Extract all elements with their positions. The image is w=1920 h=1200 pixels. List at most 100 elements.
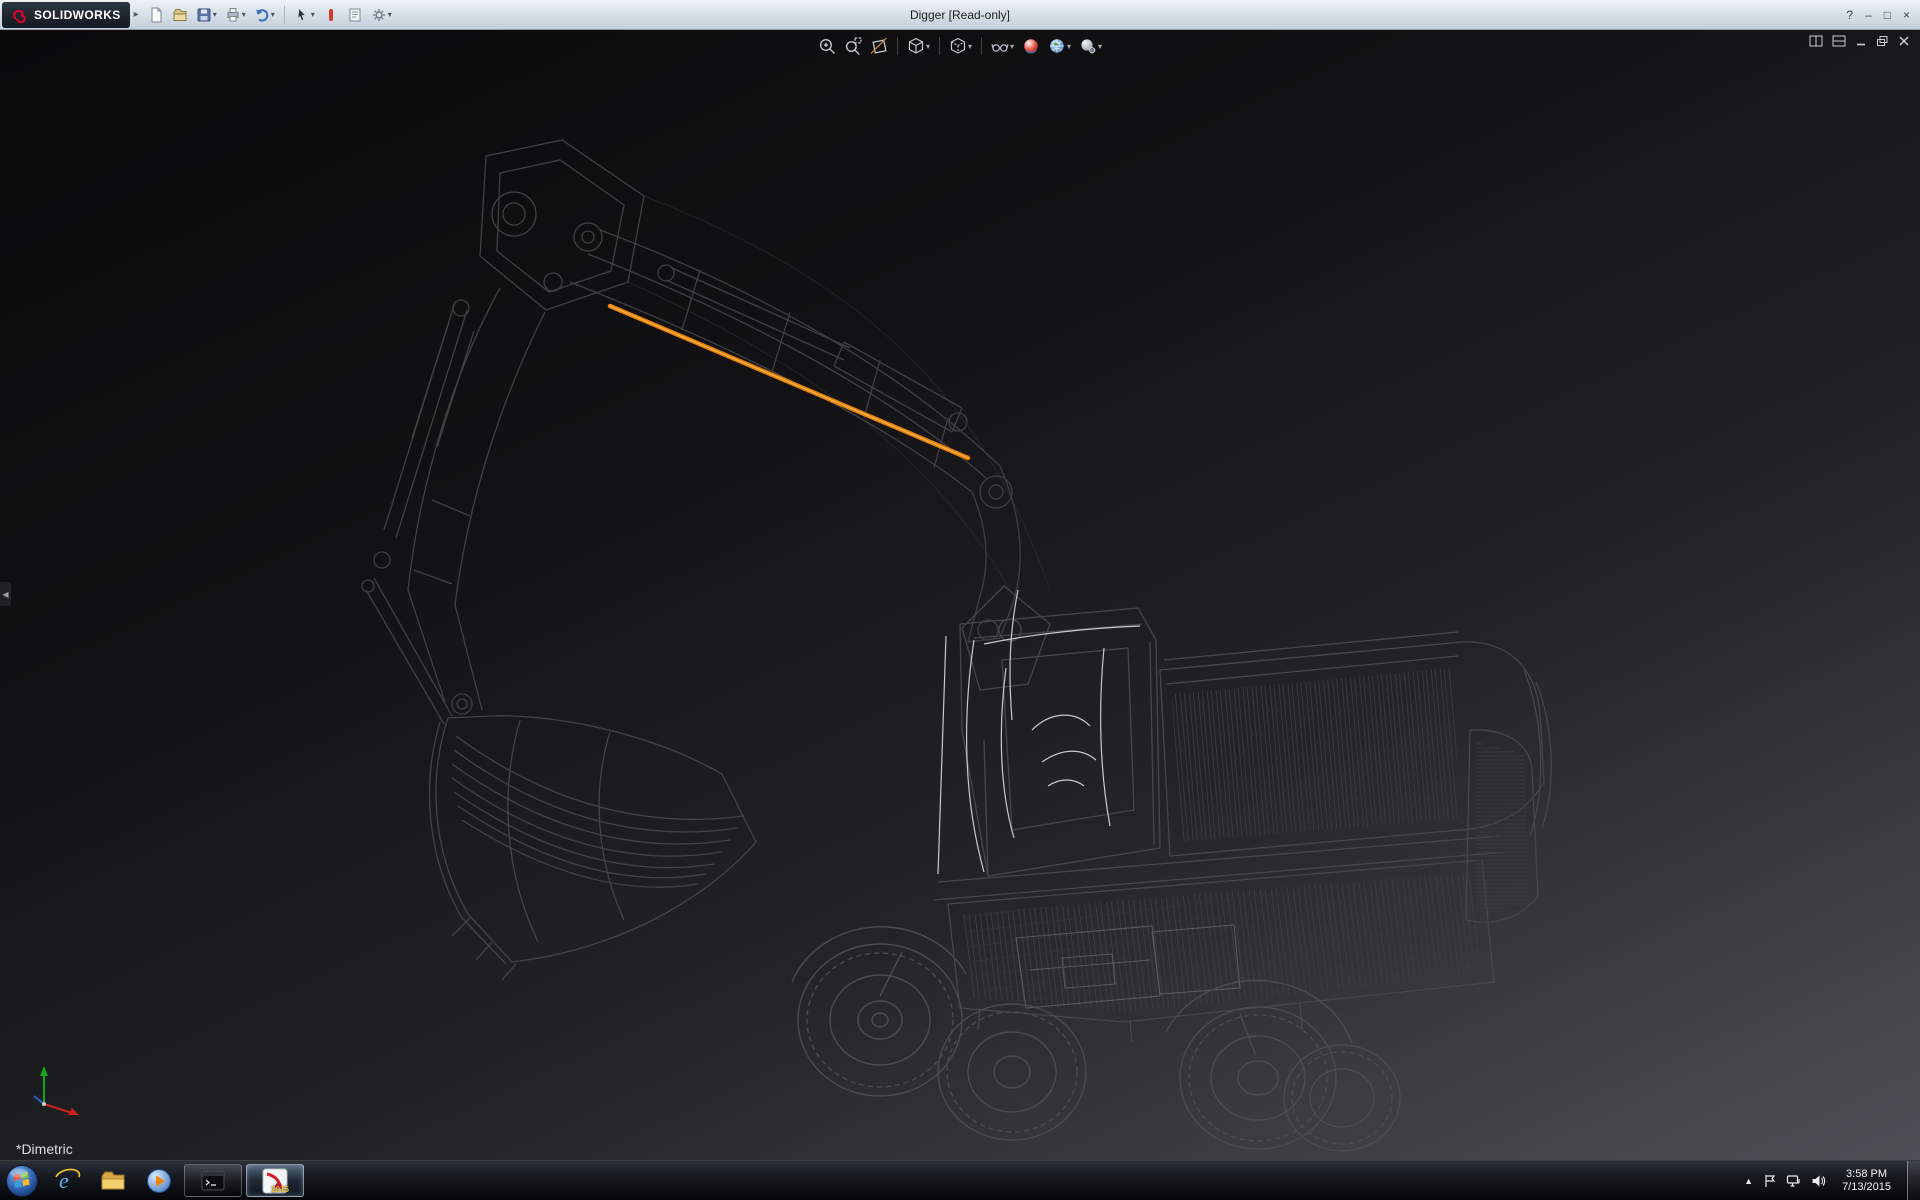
document-restore-button[interactable] — [1876, 35, 1889, 47]
hide-show-caret[interactable]: ▾ — [1010, 42, 1014, 51]
apply-scene-caret[interactable]: ▾ — [1067, 42, 1071, 51]
show-desktop-button[interactable] — [1907, 1161, 1920, 1200]
view-orientation-label: *Dimetric — [16, 1141, 73, 1157]
digger-wireframe-model[interactable] — [0, 30, 1920, 1160]
taskbar: e — [0, 1160, 1920, 1200]
zoom-to-fit-button[interactable] — [815, 35, 839, 57]
view-orientation-cube-icon — [907, 37, 925, 55]
options-gear-icon — [371, 7, 387, 23]
save-button[interactable]: ▾ — [193, 3, 220, 27]
panel-collapse-arrow[interactable]: ◀ — [0, 582, 11, 606]
maximize-button[interactable]: □ — [1884, 8, 1891, 22]
section-view-icon — [870, 37, 888, 55]
view-orientation-button[interactable]: ▾ — [904, 35, 933, 57]
media-player-icon — [145, 1167, 173, 1195]
display-style-button[interactable]: ▾ — [946, 35, 975, 57]
display-style-cube-icon — [949, 37, 967, 55]
solidworks-version-badge: 2015 — [271, 1185, 289, 1194]
window-title: Digger [Read-only] — [910, 8, 1010, 22]
hide-show-items-button[interactable]: ▾ — [988, 35, 1017, 57]
options-dropdown-caret[interactable]: ▾ — [388, 10, 392, 19]
document-minimize-button[interactable] — [1855, 35, 1867, 47]
toolbar-separator — [284, 6, 285, 24]
upper-body[interactable] — [934, 586, 1551, 1042]
clock-date: 7/13/2015 — [1842, 1181, 1891, 1194]
heads-up-view-toolbar: ▾ ▾ ▾ — [815, 35, 1105, 57]
edit-appearance-button[interactable] — [1019, 35, 1043, 57]
solidworks-logo-mark — [11, 6, 29, 24]
bucket[interactable] — [430, 716, 756, 980]
headsup-separator — [981, 37, 982, 55]
new-document-button[interactable] — [145, 3, 167, 27]
quick-tool-icon — [323, 7, 339, 23]
taskbar-solidworks-2015[interactable]: 2015 — [246, 1164, 304, 1197]
titlebar: SOLIDWORKS ▸ ▾ — [0, 0, 1920, 30]
section-view-button[interactable] — [867, 35, 891, 57]
internet-explorer-icon: e — [53, 1167, 81, 1195]
select-button[interactable]: ▾ — [291, 3, 318, 27]
taskbar-command-prompt[interactable] — [184, 1164, 242, 1197]
split-vertical-button[interactable] — [1832, 35, 1846, 47]
show-hidden-icons-button[interactable]: ▲ — [1744, 1176, 1753, 1186]
minimize-button[interactable]: – — [1865, 8, 1872, 22]
zoom-to-area-button[interactable] — [841, 35, 865, 57]
options-button[interactable]: ▾ — [368, 3, 395, 27]
volume-icon[interactable] — [1811, 1174, 1826, 1188]
clock-time: 3:58 PM — [1842, 1168, 1891, 1181]
taskbar-file-explorer[interactable] — [90, 1161, 136, 1200]
system-tray: ▲ 3:58 PM 7/13/2015 — [1744, 1161, 1920, 1200]
headsup-separator — [897, 37, 898, 55]
start-button[interactable] — [0, 1161, 44, 1200]
display-style-caret[interactable]: ▾ — [968, 42, 972, 51]
view-orientation-caret[interactable]: ▾ — [926, 42, 930, 51]
view-settings-icon — [1079, 37, 1097, 55]
print-dropdown-caret[interactable]: ▾ — [242, 10, 246, 19]
edit-appearance-ball-icon — [1022, 37, 1040, 55]
taskbar-internet-explorer[interactable]: e — [44, 1161, 90, 1200]
undo-dropdown-caret[interactable]: ▾ — [271, 10, 275, 19]
boom-cables — [628, 196, 1050, 590]
document-close-button[interactable] — [1898, 35, 1910, 47]
solidworks-window: SOLIDWORKS ▸ ▾ — [0, 0, 1920, 1200]
select-cursor-icon — [294, 7, 310, 23]
close-button[interactable]: × — [1903, 8, 1910, 22]
boom-assembly[interactable] — [480, 140, 1020, 642]
folder-icon — [99, 1167, 127, 1195]
document-window-controls — [1809, 35, 1910, 47]
open-button[interactable] — [169, 3, 191, 27]
solidworks-logo[interactable]: SOLIDWORKS — [2, 2, 130, 28]
command-prompt-icon — [201, 1170, 225, 1192]
zoom-to-area-icon — [844, 37, 862, 55]
select-dropdown-caret[interactable]: ▾ — [311, 10, 315, 19]
standard-toolbar: ▾ ▾ ▾ ▾ — [145, 3, 395, 27]
print-icon — [225, 7, 241, 23]
help-button[interactable]: ? — [1846, 8, 1853, 22]
file-properties-button[interactable] — [344, 3, 366, 27]
menu-flyout-arrow[interactable]: ▸ — [134, 9, 139, 20]
headsup-separator — [939, 37, 940, 55]
taskbar-clock[interactable]: 3:58 PM 7/13/2015 — [1836, 1168, 1897, 1194]
logo-text: SOLIDWORKS — [34, 8, 121, 22]
stick-assembly[interactable] — [362, 288, 545, 724]
window-controls: ? – □ × — [1846, 8, 1920, 22]
orientation-triad — [22, 1058, 86, 1122]
save-dropdown-caret[interactable]: ▾ — [213, 10, 217, 19]
network-icon[interactable] — [1786, 1174, 1801, 1188]
split-horizontal-button[interactable] — [1809, 35, 1823, 47]
quick-tool-button[interactable] — [320, 3, 342, 27]
windows-start-icon — [5, 1164, 39, 1198]
hide-show-glasses-icon — [991, 37, 1009, 55]
open-folder-icon — [172, 7, 188, 23]
graphics-viewport[interactable]: ▾ ▾ ▾ — [0, 30, 1920, 1160]
undo-button[interactable]: ▾ — [251, 3, 278, 27]
print-button[interactable]: ▾ — [222, 3, 249, 27]
view-settings-caret[interactable]: ▾ — [1098, 42, 1102, 51]
undo-icon — [254, 7, 270, 23]
taskbar-media-player[interactable] — [136, 1161, 182, 1200]
new-document-icon — [148, 7, 164, 23]
save-icon — [196, 7, 212, 23]
apply-scene-globe-icon — [1048, 37, 1066, 55]
apply-scene-button[interactable]: ▾ — [1045, 35, 1074, 57]
view-settings-button[interactable]: ▾ — [1076, 35, 1105, 57]
action-center-icon[interactable] — [1763, 1174, 1776, 1188]
